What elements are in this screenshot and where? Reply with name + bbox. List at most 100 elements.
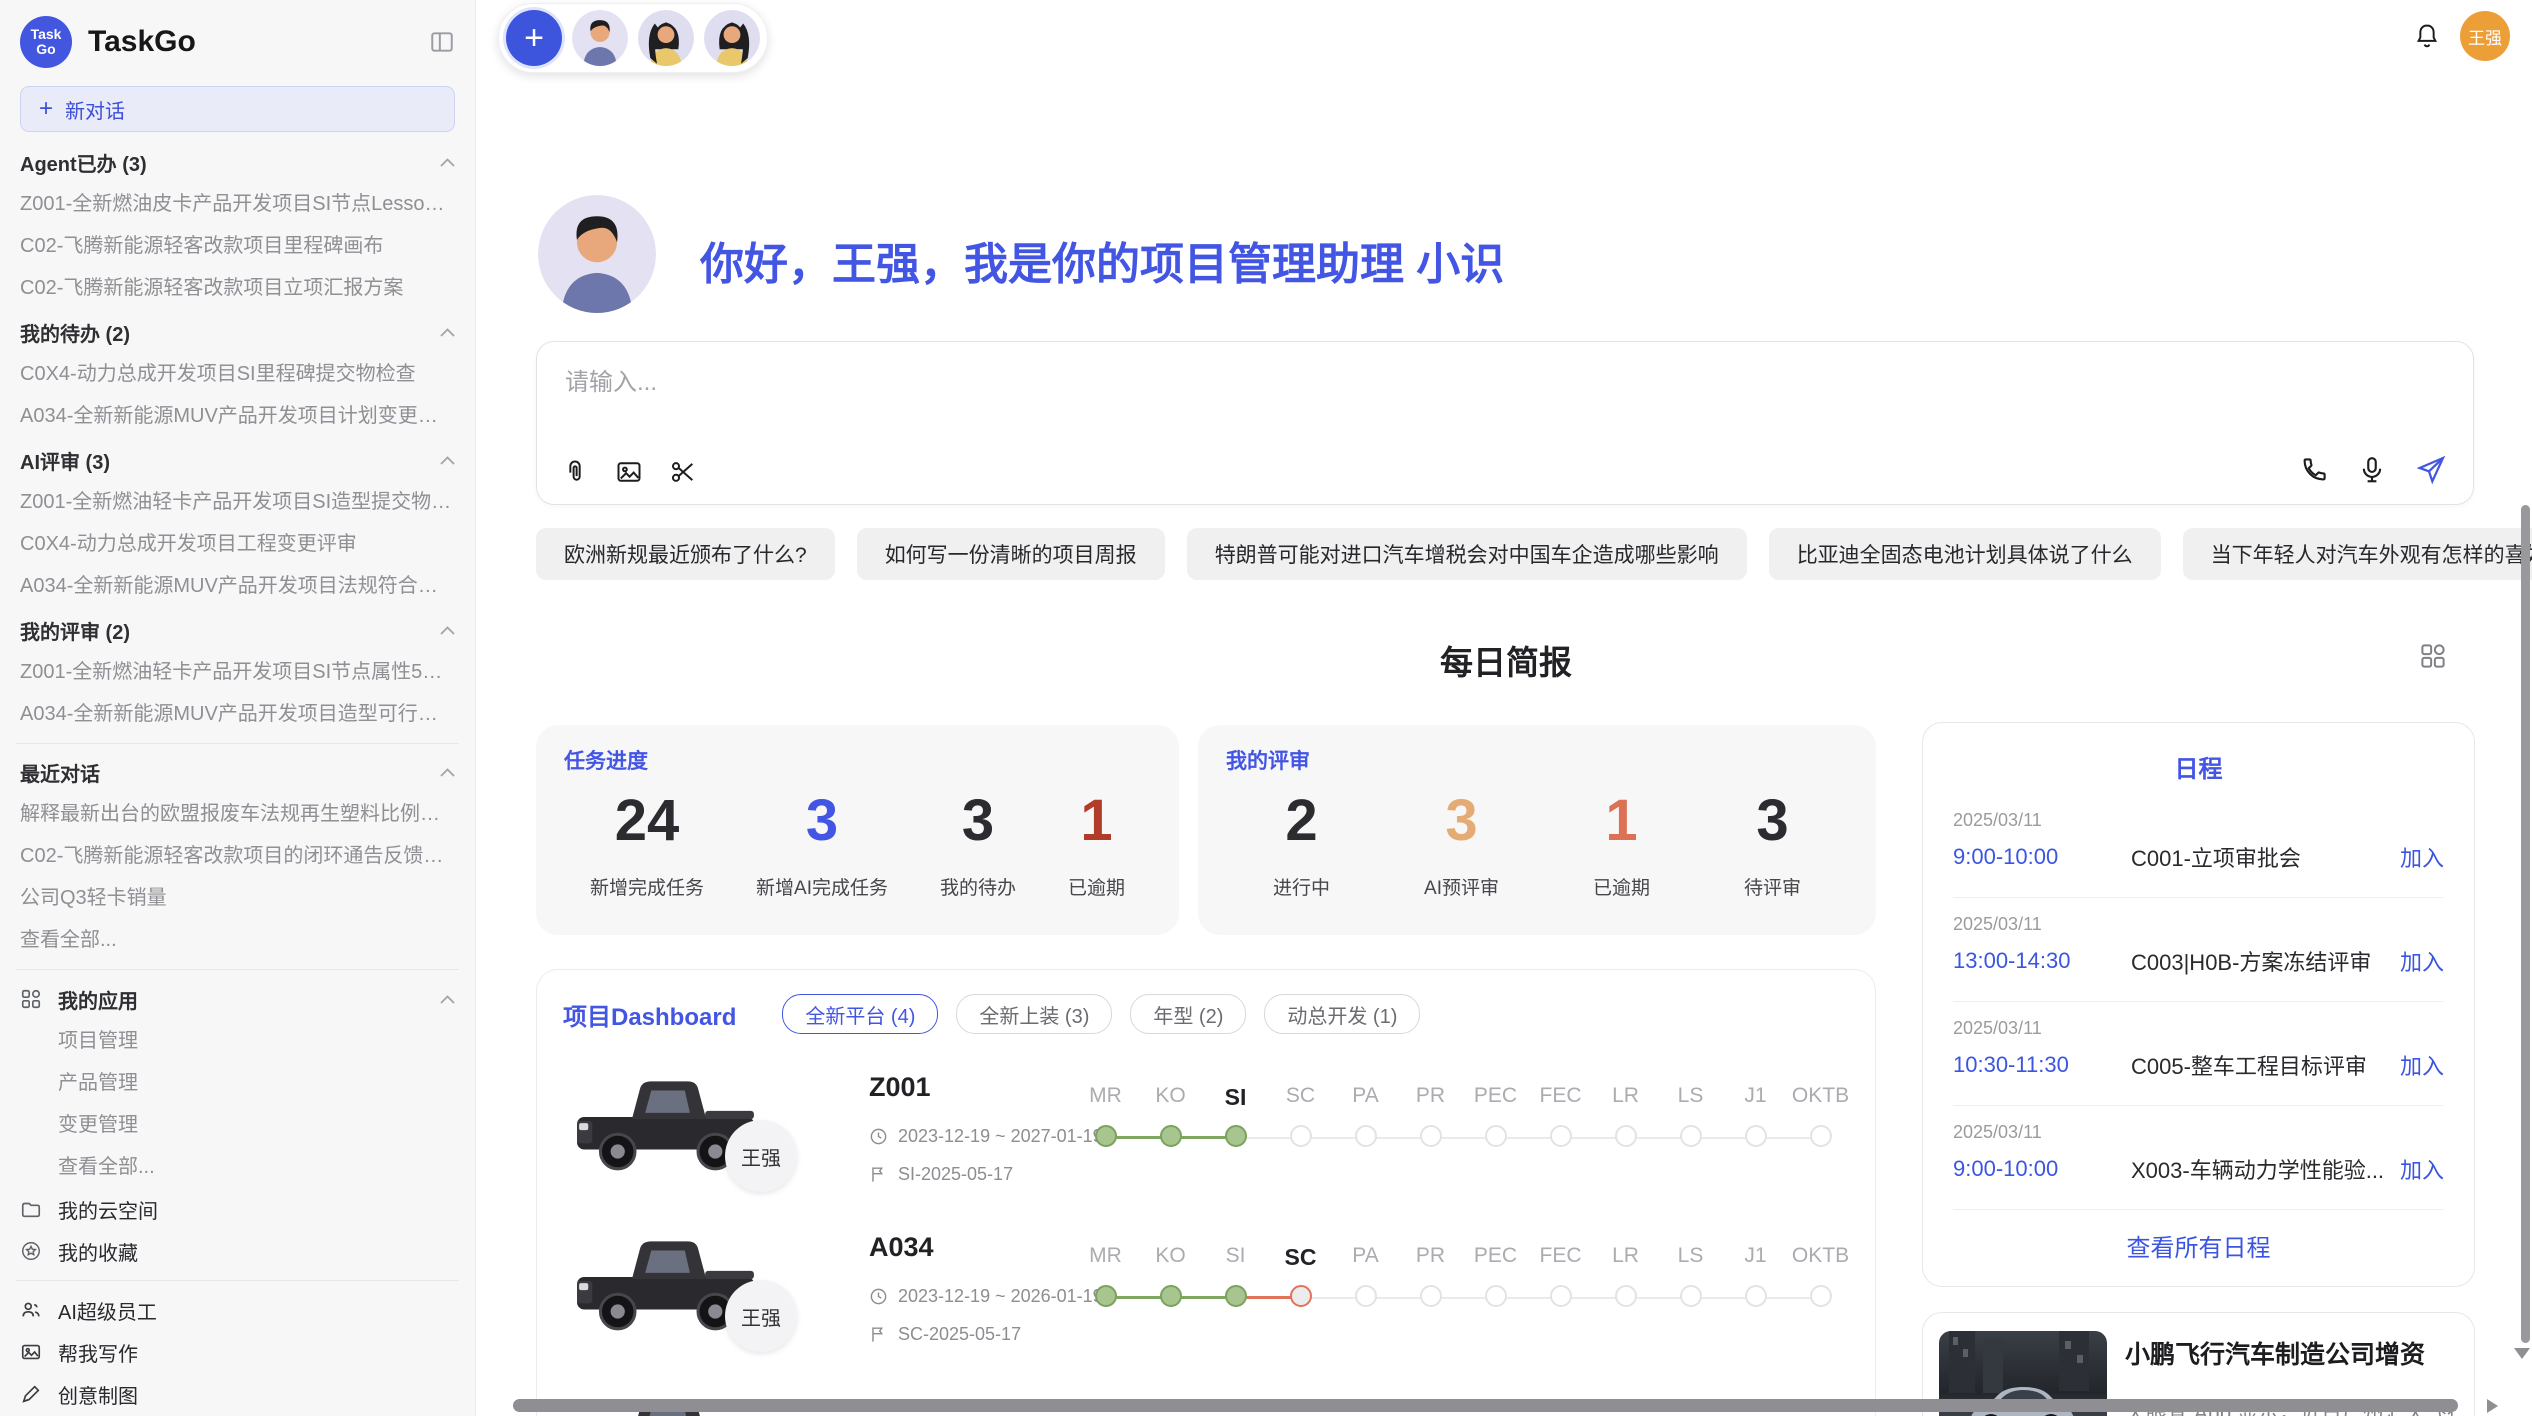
- project-row-z001[interactable]: 王强 Z001 2023-12-19 ~ 2027-01-19 SI-2025-…: [573, 1062, 1853, 1222]
- divider: [16, 969, 459, 970]
- taskgo-app: Task Go TaskGo + 新对话 Agent已办 (3) Z001-全新…: [0, 0, 2532, 1416]
- filter-new-platform[interactable]: 全新平台 (4): [782, 994, 938, 1034]
- add-conversation-button[interactable]: +: [506, 10, 562, 66]
- scissors-icon[interactable]: [669, 458, 697, 486]
- creative-draw-label: 创意制图: [58, 1380, 138, 1409]
- list-item[interactable]: 解释最新出台的欧盟报废车法规再生塑料比例被调至15%...: [14, 793, 461, 835]
- suggestion-chip[interactable]: 特朗普可能对进口汽车增税会对中国车企造成哪些影响: [1187, 528, 1747, 580]
- new-chat-label: 新对话: [65, 95, 125, 124]
- dashboard-title: 项目Dashboard: [563, 997, 736, 1032]
- event-title: C001-立项审批会: [2131, 841, 2388, 873]
- taskgo-logo: Task Go: [20, 16, 72, 68]
- list-item[interactable]: C0X4-动力总成开发项目SI里程碑提交物检查: [14, 353, 461, 395]
- chat-input[interactable]: [563, 360, 2447, 434]
- sidebar: Task Go TaskGo + 新对话 Agent已办 (3) Z001-全新…: [0, 0, 476, 1416]
- join-button[interactable]: 加入: [2400, 945, 2444, 977]
- flag-icon: [869, 1165, 888, 1184]
- milestone-dot: [1723, 1285, 1788, 1307]
- card-title: 我的评审: [1226, 745, 1848, 775]
- folder-icon: [20, 1198, 42, 1220]
- list-item[interactable]: C02-飞腾新能源轻客改款项目的闭环通告反馈情况: [14, 835, 461, 877]
- project-dates: 2023-12-19 ~ 2027-01-19: [869, 1126, 1103, 1147]
- sidebar-item-my-apps[interactable]: 我的应用: [14, 978, 461, 1020]
- horizontal-scrollbar[interactable]: [513, 1399, 2458, 1412]
- logo-text-2: Go: [36, 42, 55, 57]
- group-my-todo[interactable]: 我的待办 (2): [14, 312, 461, 353]
- milestone-dot: [1593, 1285, 1658, 1307]
- filter-powertrain[interactable]: 动总开发 (1): [1264, 994, 1420, 1034]
- chevron-up-icon: [440, 995, 455, 1004]
- view-all-apps[interactable]: 查看全部...: [14, 1146, 461, 1188]
- chevron-up-icon: [440, 768, 455, 777]
- image-upload-icon[interactable]: [615, 458, 643, 486]
- milestone-dot: [1073, 1285, 1138, 1307]
- milestone-dot: [1268, 1125, 1333, 1147]
- list-item[interactable]: C0X4-动力总成开发项目工程变更评审: [14, 523, 461, 565]
- group-my-review[interactable]: 我的评审 (2): [14, 610, 461, 651]
- avatar[interactable]: [704, 10, 760, 66]
- avatar[interactable]: [638, 10, 694, 66]
- list-item[interactable]: A034-全新新能源MUV产品开发项目计划变更表编写: [14, 395, 461, 437]
- phone-icon[interactable]: [2299, 455, 2329, 485]
- group-ai-review[interactable]: AI评审 (3): [14, 440, 461, 481]
- attachment-icon[interactable]: [561, 458, 589, 486]
- sidebar-item-change-mgmt[interactable]: 变更管理: [14, 1104, 461, 1146]
- people-icon: [20, 1299, 42, 1321]
- suggestion-chip[interactable]: 当下年轻人对汽车外观有怎样的喜好趋势: [2183, 528, 2532, 580]
- notification-bell-icon[interactable]: [2413, 22, 2441, 50]
- join-button[interactable]: 加入: [2400, 1049, 2444, 1081]
- send-icon[interactable]: [2415, 454, 2447, 486]
- user-avatar[interactable]: 王强: [2460, 11, 2510, 61]
- view-all-chats[interactable]: 查看全部...: [14, 919, 461, 961]
- sidebar-item-help-write[interactable]: 帮我写作: [14, 1331, 461, 1373]
- list-item[interactable]: C02-飞腾新能源轻客改款项目立项汇报方案: [14, 267, 461, 309]
- milestone-dot: [1398, 1285, 1463, 1307]
- list-item[interactable]: Z001-全新燃油皮卡产品开发项目SI节点Lesson Learn报告: [14, 183, 461, 225]
- chevron-up-icon: [440, 456, 455, 465]
- suggestion-chip[interactable]: 比亚迪全固态电池计划具体说了什么: [1769, 528, 2161, 580]
- sidebar-item-project-mgmt[interactable]: 项目管理: [14, 1020, 461, 1062]
- list-item[interactable]: Z001-全新燃油轻卡产品开发项目SI节点属性5D文件评审: [14, 651, 461, 693]
- group-agent-done[interactable]: Agent已办 (3): [14, 142, 461, 183]
- list-item[interactable]: Z001-全新燃油轻卡产品开发项目SI造型提交物评审: [14, 481, 461, 523]
- layout-grid-icon[interactable]: [2418, 641, 2448, 671]
- sidebar-item-ai-employee[interactable]: AI超级员工: [14, 1289, 461, 1331]
- my-review-card: 我的评审 2 进行中 3 AI预评审 1 已逾期 3 待评审: [1198, 725, 1876, 935]
- sidebar-item-favorites[interactable]: 我的收藏: [14, 1230, 461, 1272]
- sidebar-item-cloud-space[interactable]: 我的云空间: [14, 1188, 461, 1230]
- event-title: C003|H0B-方案冻结评审: [2131, 945, 2388, 977]
- stat-ai-done: 3 新增AI完成任务: [756, 789, 888, 900]
- list-item[interactable]: A034-全新新能源MUV产品开发项目法规符合性评审: [14, 565, 461, 607]
- event-date: 2025/03/11: [1953, 1018, 2444, 1039]
- avatar[interactable]: [572, 10, 628, 66]
- scroll-down-arrow[interactable]: [2514, 1348, 2530, 1359]
- microphone-icon[interactable]: [2357, 455, 2387, 485]
- vertical-scrollbar[interactable]: [2521, 505, 2530, 1343]
- list-item[interactable]: A034-全新新能源MUV产品开发项目造型可行性评审: [14, 693, 461, 735]
- stat-overdue: 1 已逾期: [1068, 789, 1125, 900]
- project-row-a034[interactable]: 王强 A034 2023-12-19 ~ 2026-01-19 SC-2025-…: [573, 1222, 1853, 1382]
- sidebar-item-creative-draw[interactable]: 创意制图: [14, 1373, 461, 1415]
- group-title-label: 我的待办 (2): [20, 318, 130, 347]
- view-all-schedule[interactable]: 查看所有日程: [1953, 1228, 2444, 1263]
- clock-icon: [869, 1127, 888, 1146]
- join-button[interactable]: 加入: [2400, 1153, 2444, 1185]
- group-recent-chats[interactable]: 最近对话: [14, 752, 461, 793]
- milestone-dot: [1593, 1125, 1658, 1147]
- sidebar-item-product-mgmt[interactable]: 产品管理: [14, 1062, 461, 1104]
- collapse-sidebar-icon[interactable]: [429, 29, 455, 55]
- new-chat-button[interactable]: + 新对话: [20, 86, 455, 132]
- filter-new-body[interactable]: 全新上装 (3): [956, 994, 1112, 1034]
- suggestion-chip[interactable]: 欧洲新规最近颁布了什么?: [536, 528, 835, 580]
- milestone-dot: [1723, 1125, 1788, 1147]
- event-time: 10:30-11:30: [1953, 1052, 2131, 1078]
- list-item[interactable]: C02-飞腾新能源轻客改款项目里程碑画布: [14, 225, 461, 267]
- join-button[interactable]: 加入: [2400, 841, 2444, 873]
- scroll-right-arrow[interactable]: [2487, 1399, 2498, 1413]
- schedule-event: 2025/03/11 9:00-10:00 X003-车辆动力学性能验... 加…: [1953, 1106, 2444, 1210]
- list-item[interactable]: 公司Q3轻卡销量: [14, 877, 461, 919]
- conversation-pill: +: [498, 3, 768, 73]
- suggestion-chip[interactable]: 如何写一份清晰的项目周报: [857, 528, 1165, 580]
- filter-year-model[interactable]: 年型 (2): [1130, 994, 1246, 1034]
- cloud-space-label: 我的云空间: [58, 1195, 158, 1224]
